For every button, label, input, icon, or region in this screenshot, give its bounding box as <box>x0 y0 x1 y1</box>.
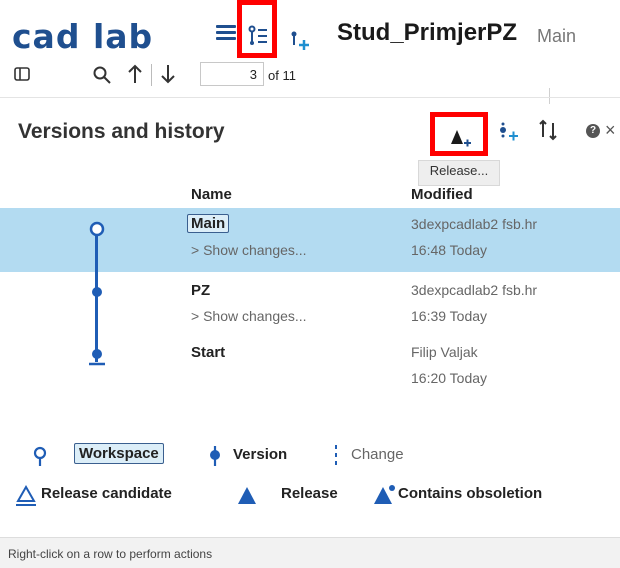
obsoletion-legend-icon <box>374 485 395 504</box>
release-candidate-legend-icon <box>16 485 36 506</box>
add-tab-icon <box>291 31 309 50</box>
workspace-legend-icon <box>33 446 47 466</box>
row-user: 3dexpcadlab2 fsb.hr <box>411 216 538 232</box>
compare-button[interactable] <box>535 117 561 143</box>
version-legend-label: Version <box>233 446 288 463</box>
toolbar-separator <box>151 64 152 86</box>
row-name: Main <box>187 214 230 233</box>
version-node-icon <box>92 287 102 297</box>
add-tab-button[interactable] <box>287 26 313 52</box>
change-legend-label: Change <box>351 446 404 463</box>
page-count-label: of 11 <box>268 68 296 83</box>
row-user: 3dexpcadlab2 fsb.hr <box>411 282 538 298</box>
versions-history-icon <box>248 25 267 45</box>
add-version-icon <box>500 122 518 141</box>
release-legend-icon <box>238 487 256 504</box>
release-tooltip: Release... <box>418 160 500 186</box>
logo-text: cad lab <box>12 18 153 56</box>
show-changes-link[interactable]: > Show changes... <box>191 308 307 324</box>
row-user: Filip Valjak <box>411 344 478 360</box>
column-header-name[interactable]: Name <box>191 186 232 203</box>
panel-toggle-icon[interactable] <box>14 67 30 81</box>
document-title: Stud_PrimjerPZ <box>337 19 518 46</box>
menu-icon[interactable] <box>216 22 236 46</box>
start-node-icon <box>89 349 105 366</box>
arrow-down-icon[interactable] <box>160 64 176 84</box>
row-time: 16:39 Today <box>411 308 488 324</box>
add-version-button[interactable] <box>497 118 523 144</box>
row-name: Start <box>191 344 226 361</box>
workspace-legend-label: Workspace <box>74 443 164 464</box>
release-button[interactable] <box>430 112 488 156</box>
close-icon[interactable]: × <box>605 120 616 141</box>
row-time: 16:48 Today <box>411 242 488 258</box>
status-bar: Right-click on a row to perform actions <box>0 537 620 568</box>
release-legend-label: Release <box>281 485 338 502</box>
change-legend-icon <box>335 445 337 465</box>
help-icon[interactable]: ? <box>586 124 600 138</box>
panel-title: Versions and history <box>18 120 225 143</box>
divider <box>0 97 620 98</box>
divider <box>549 88 550 104</box>
row-time: 16:20 Today <box>411 370 488 386</box>
search-icon[interactable] <box>92 65 112 85</box>
branch-label: Main <box>537 26 577 46</box>
page-number-input[interactable] <box>200 62 264 86</box>
arrow-up-icon[interactable] <box>127 64 143 84</box>
compare-icon <box>539 119 557 141</box>
column-header-modified[interactable]: Modified <box>411 186 473 203</box>
footer-hint: Right-click on a row to perform actions <box>8 547 213 561</box>
version-legend-icon <box>210 446 220 466</box>
obsoletion-legend-label: Contains obsoletion <box>398 485 543 502</box>
versions-history-button[interactable] <box>237 0 277 58</box>
show-changes-link[interactable]: > Show changes... <box>191 242 307 258</box>
row-name: PZ <box>191 282 211 299</box>
cad-lab-logo[interactable]: cad lab <box>12 17 222 58</box>
release-candidate-legend-label: Release candidate <box>41 485 172 502</box>
release-icon <box>451 130 471 147</box>
workspace-node-icon <box>89 221 105 237</box>
